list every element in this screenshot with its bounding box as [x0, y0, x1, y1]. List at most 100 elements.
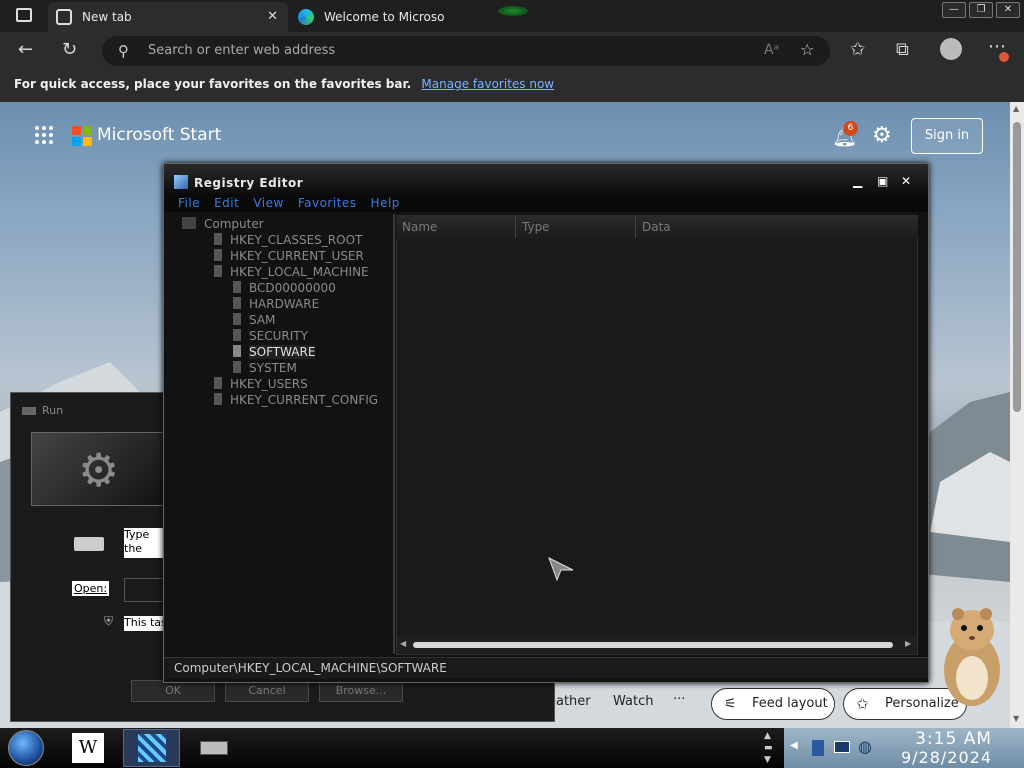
tray-arrow-icon[interactable]: ◀ — [790, 740, 798, 751]
run-description: Type the name of a program, folder, docu… — [124, 528, 164, 558]
folder-icon — [214, 393, 222, 405]
run-browse-button[interactable]: Browse... — [319, 680, 403, 702]
feed-layout-button[interactable]: ⚟ Feed layout — [711, 688, 835, 720]
run-cancel-button[interactable]: Cancel — [225, 680, 309, 702]
close-tab-icon[interactable]: ✕ — [267, 9, 278, 24]
profile-avatar[interactable] — [940, 38, 962, 60]
tab-label: New tab — [82, 10, 132, 24]
folder-open-icon — [233, 345, 241, 357]
tree-item-computer[interactable]: Computer — [182, 217, 264, 231]
close-window-button[interactable]: ✕ — [996, 2, 1020, 18]
tree-item-security[interactable]: SECURITY — [233, 329, 308, 343]
hamster-desktop-pet[interactable] — [938, 600, 1004, 710]
page-scrollbar[interactable]: ▲ ▼ — [1010, 102, 1024, 728]
run-ok-button[interactable]: OK — [131, 680, 215, 702]
address-placeholder: Search or enter web address — [148, 43, 336, 58]
sign-in-button[interactable]: Sign in — [911, 118, 983, 154]
taskbar-wikipedia-app[interactable]: W — [72, 733, 104, 763]
run-dialog-title: Run — [42, 404, 64, 417]
microsoft-start-title[interactable]: Microsoft Start — [97, 125, 221, 145]
folder-icon — [233, 329, 241, 341]
registry-values-list[interactable] — [396, 215, 918, 655]
scroll-down-arrow[interactable]: ▼ — [1013, 714, 1019, 723]
warning-badge — [999, 52, 1009, 62]
clock-date[interactable]: 9/28/2024 — [870, 748, 992, 767]
taskbar-registry-editor[interactable] — [123, 729, 180, 767]
app-launcher-icon[interactable] — [35, 126, 53, 144]
address-bar[interactable]: ⚲ Search or enter web address Aᵃ ☆ — [102, 36, 830, 66]
registry-close-button[interactable]: ✕ — [901, 174, 911, 188]
mouse-cursor-icon — [548, 556, 574, 582]
watch-link[interactable]: Watch — [613, 694, 653, 709]
window-controls: — ❐ ✕ — [942, 2, 1020, 18]
taskbar-scroll-arrows[interactable]: ▲ ▬ ▼ — [764, 730, 773, 766]
menu-file[interactable]: File — [178, 194, 200, 212]
maximize-button[interactable]: ❐ — [969, 2, 993, 18]
personalize-star-icon: ✩ — [856, 695, 869, 713]
tree-item-bcd[interactable]: BCD00000000 — [233, 281, 336, 295]
feed-layout-label: Feed layout — [752, 696, 828, 711]
tab-welcome[interactable]: Welcome to Microso — [290, 2, 490, 32]
column-header-name[interactable]: Name — [402, 220, 437, 234]
page-settings-gear-icon[interactable]: ⚙ — [872, 123, 892, 148]
pane-splitter[interactable] — [393, 214, 395, 654]
tree-item-sam[interactable]: SAM — [233, 313, 275, 327]
tray-app-icon[interactable] — [812, 740, 824, 756]
column-separator[interactable] — [515, 216, 516, 238]
run-open-input[interactable] — [124, 578, 164, 602]
folder-icon — [214, 377, 222, 389]
manage-favorites-link[interactable]: Manage favorites now — [421, 77, 554, 91]
back-arrow-icon[interactable]: ← — [18, 39, 33, 60]
tree-item-hkey-classes-root[interactable]: HKEY_CLASSES_ROOT — [214, 233, 362, 247]
microsoft-logo-icon — [72, 126, 92, 146]
folder-icon — [233, 297, 241, 309]
menu-view[interactable]: View — [253, 194, 283, 212]
menu-edit[interactable]: Edit — [214, 194, 239, 212]
values-horizontal-scrollbar[interactable]: ◀ ▶ — [397, 637, 917, 653]
tree-item-hkey-users[interactable]: HKEY_USERS — [214, 377, 308, 391]
scrollbar-thumb[interactable] — [413, 642, 893, 648]
folder-icon — [233, 313, 241, 325]
notification-count-badge: 6 — [843, 121, 858, 136]
tab-new-tab[interactable]: New tab ✕ — [48, 2, 288, 32]
new-tab-page-icon — [56, 9, 72, 25]
tree-item-hkey-current-config[interactable]: HKEY_CURRENT_CONFIG — [214, 393, 378, 407]
run-icon — [200, 741, 228, 755]
start-button[interactable] — [8, 730, 44, 766]
tab-label: Welcome to Microso — [324, 10, 445, 24]
taskbar-run-dialog[interactable] — [190, 729, 240, 767]
registry-minimize-button[interactable]: ▁ — [853, 174, 862, 188]
menu-favorites[interactable]: Favorites — [298, 194, 357, 212]
add-favorite-icon[interactable]: ☆ — [800, 40, 814, 59]
computer-icon — [182, 217, 196, 229]
menu-help[interactable]: Help — [371, 194, 400, 212]
run-program-icon — [74, 537, 104, 551]
tab-actions-icon[interactable] — [16, 8, 32, 22]
refresh-icon[interactable]: ↻ — [62, 39, 77, 60]
column-header-type[interactable]: Type — [522, 220, 550, 234]
more-sections-icon[interactable]: ··· — [673, 692, 685, 707]
scroll-left-arrow[interactable]: ◀ — [400, 639, 406, 648]
collections-icon[interactable]: ⧉ — [896, 39, 909, 60]
folder-icon — [233, 361, 241, 373]
scroll-right-arrow[interactable]: ▶ — [905, 639, 911, 648]
clock-time[interactable]: 3:15 AM — [880, 729, 992, 749]
search-icon: ⚲ — [118, 42, 129, 60]
column-separator[interactable] — [635, 216, 636, 238]
column-header-data[interactable]: Data — [642, 220, 671, 234]
tree-item-software[interactable]: SOFTWARE — [233, 345, 316, 359]
read-aloud-icon[interactable]: Aᵃ — [764, 42, 779, 58]
favorites-icon[interactable]: ✩ — [850, 39, 865, 60]
run-dialog-icon — [22, 407, 36, 415]
tree-item-hkey-current-user[interactable]: HKEY_CURRENT_USER — [214, 249, 364, 263]
scroll-up-arrow[interactable]: ▲ — [1013, 104, 1019, 113]
registry-maximize-button[interactable]: ▣ — [877, 174, 888, 188]
tree-item-hkey-local-machine[interactable]: HKEY_LOCAL_MACHINE — [214, 265, 369, 279]
favorites-bar: For quick access, place your favorites o… — [0, 70, 1024, 102]
minimize-button[interactable]: — — [942, 2, 966, 18]
tree-item-hardware[interactable]: HARDWARE — [233, 297, 319, 311]
tray-display-icon[interactable] — [834, 741, 850, 753]
scrollbar-thumb[interactable] — [1013, 122, 1021, 412]
folder-icon — [214, 249, 222, 261]
tree-item-system[interactable]: SYSTEM — [233, 361, 297, 375]
